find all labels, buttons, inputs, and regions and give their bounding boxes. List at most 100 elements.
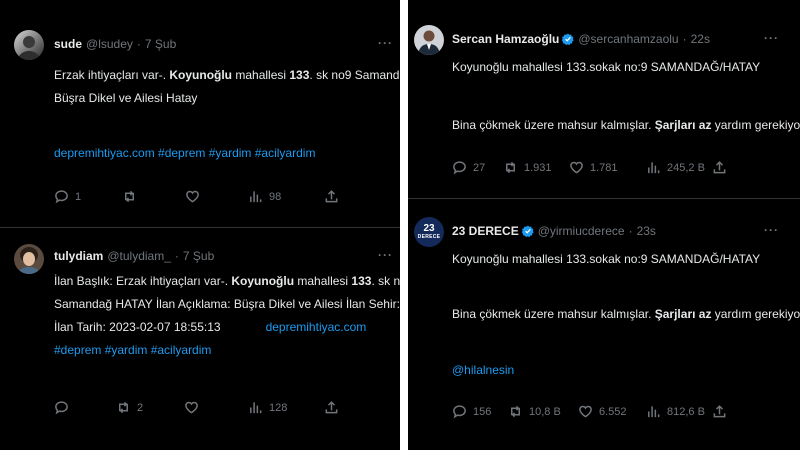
share-button[interactable] bbox=[712, 160, 727, 175]
views-count: 128 bbox=[269, 401, 288, 414]
share-icon bbox=[325, 401, 338, 414]
timestamp[interactable]: 22s bbox=[691, 31, 710, 47]
tweet-sude[interactable]: sude @lsudey · 7 Şub ··· Erzak ihtiyaçla… bbox=[0, 0, 400, 226]
more-options-icon[interactable]: ··· bbox=[764, 223, 779, 237]
tweet-text: İlan Başlık: Erzak ihtiyaçları var-. Koy… bbox=[54, 270, 400, 362]
tweet-sercan-hamzaoglu[interactable]: Sercan Hamzaoğlu @sercanhamzaolu · 22s ·… bbox=[408, 0, 800, 198]
handle[interactable]: @lsudey bbox=[86, 36, 133, 52]
analytics-icon bbox=[250, 402, 262, 414]
avatar[interactable] bbox=[414, 25, 444, 55]
share-button[interactable] bbox=[324, 189, 339, 204]
share-button[interactable] bbox=[324, 400, 339, 415]
tweet-text: Erzak ihtiyaçları var-. Koyunoğlu mahall… bbox=[54, 64, 400, 110]
retweet-button[interactable]: 1.931 bbox=[503, 160, 552, 175]
retweet-count: 10,8 B bbox=[529, 405, 561, 418]
display-name[interactable]: tulydiam bbox=[54, 248, 103, 264]
timestamp[interactable]: 7 Şub bbox=[145, 36, 176, 52]
right-screenshot-panel: Sercan Hamzaoğlu @sercanhamzaolu · 22s ·… bbox=[408, 0, 800, 450]
like-button[interactable] bbox=[185, 189, 206, 204]
tweet-actions: 27 1.931 1.781 245,2 B bbox=[452, 160, 772, 178]
retweet-icon bbox=[119, 401, 128, 414]
like-button[interactable] bbox=[184, 400, 205, 415]
analytics-icon bbox=[648, 406, 660, 418]
reply-button[interactable]: 1 bbox=[54, 189, 81, 204]
separator: · bbox=[174, 249, 179, 263]
handle[interactable]: @sercanhamzaolu bbox=[578, 31, 678, 47]
views-button[interactable]: 98 bbox=[248, 189, 281, 204]
reply-count: 1 bbox=[75, 190, 82, 203]
views-button[interactable]: 812,6 B bbox=[646, 404, 705, 419]
handle[interactable]: @yirmiucderece bbox=[538, 223, 625, 239]
like-count: 1.781 bbox=[590, 161, 618, 174]
share-button[interactable] bbox=[712, 404, 727, 419]
share-icon bbox=[713, 161, 726, 174]
display-name[interactable]: 23 DERECE bbox=[452, 223, 519, 239]
handle[interactable]: @tulydiam_ bbox=[107, 248, 171, 264]
views-button[interactable]: 128 bbox=[248, 400, 287, 415]
views-button[interactable]: 245,2 B bbox=[646, 160, 705, 175]
heart-icon bbox=[570, 161, 583, 174]
reply-icon bbox=[453, 405, 466, 419]
views-count: 812,6 B bbox=[667, 405, 705, 418]
avatar-logo-number: 23 bbox=[423, 222, 435, 234]
like-button[interactable]: 6.552 bbox=[578, 404, 627, 419]
display-name[interactable]: sude bbox=[54, 36, 82, 52]
retweet-icon bbox=[125, 190, 134, 203]
tweet-text-line: Bina çökmek üzere mahsur kalmışlar. Şarj… bbox=[452, 307, 800, 321]
views-count: 245,2 B bbox=[667, 161, 705, 174]
views-count: 98 bbox=[269, 190, 282, 203]
timestamp[interactable]: 7 Şub bbox=[183, 248, 214, 264]
more-options-icon[interactable]: ··· bbox=[378, 36, 393, 50]
more-options-icon[interactable]: ··· bbox=[764, 31, 779, 45]
tweet-23-derece[interactable]: 23 DERECE 23 DERECE @yirmiucderece · 23s… bbox=[408, 199, 800, 450]
retweet-button[interactable]: 2 bbox=[116, 400, 143, 415]
reply-button[interactable] bbox=[54, 400, 75, 415]
separator: · bbox=[682, 32, 687, 46]
analytics-icon bbox=[250, 191, 262, 203]
retweet-count: 2 bbox=[137, 401, 144, 414]
like-count: 6.552 bbox=[599, 405, 627, 418]
reply-button[interactable]: 156 bbox=[452, 404, 491, 419]
reply-count: 27 bbox=[473, 161, 486, 174]
heart-icon bbox=[186, 190, 199, 203]
retweet-count: 1.931 bbox=[524, 161, 552, 174]
avatar[interactable] bbox=[14, 244, 44, 274]
separator: · bbox=[628, 224, 633, 238]
avatar[interactable]: 23 DERECE bbox=[414, 217, 444, 247]
reply-button[interactable]: 27 bbox=[452, 160, 485, 175]
like-button[interactable]: 1.781 bbox=[569, 160, 618, 175]
reply-icon bbox=[55, 190, 68, 204]
tweet-text-line: Bina çökmek üzere mahsur kalmışlar. Şarj… bbox=[452, 118, 800, 132]
verified-badge-icon bbox=[521, 225, 534, 237]
verified-badge-icon bbox=[562, 33, 575, 45]
avatar[interactable] bbox=[14, 30, 44, 60]
tweet-actions: 156 10,8 B 6.552 812,6 B bbox=[452, 404, 772, 422]
text-line: İlan Tarih: 2023-02-07 18:55:13 depremiht… bbox=[54, 320, 367, 334]
retweet-button[interactable]: 10,8 B bbox=[508, 404, 561, 419]
share-icon bbox=[325, 190, 338, 203]
more-options-icon[interactable]: ··· bbox=[378, 248, 393, 262]
timestamp[interactable]: 23s bbox=[637, 223, 656, 239]
text-line: Büşra Dikel ve Ailesi Hatay bbox=[54, 91, 198, 105]
link[interactable]: depremihtiyac.com bbox=[266, 320, 367, 334]
tweet-tulydiam[interactable]: tulydiam @tulydiam_ · 7 Şub ··· İlan Baş… bbox=[0, 228, 400, 450]
tweet-actions: 1 98 bbox=[54, 189, 354, 207]
text-line: İlan Başlık: Erzak ihtiyaçları var-. Koy… bbox=[54, 274, 400, 288]
tweet-text-line: Koyunoğlu mahallesi 133.sokak no:9 SAMAN… bbox=[452, 60, 761, 74]
text-line: Samandağ HATAY İlan Açıklama: Büşra Dike… bbox=[54, 297, 400, 311]
analytics-icon bbox=[648, 162, 660, 174]
tweet-links[interactable]: depremihtiyac.com #deprem #yardim #acily… bbox=[54, 142, 315, 165]
retweet-button[interactable] bbox=[122, 189, 143, 204]
hashtags[interactable]: #deprem #yardim #acilyardim bbox=[54, 339, 400, 362]
left-screenshot-panel: sude @lsudey · 7 Şub ··· Erzak ihtiyaçla… bbox=[0, 0, 400, 450]
text-line: Erzak ihtiyaçları var-. Koyunoğlu mahall… bbox=[54, 68, 400, 82]
share-icon bbox=[713, 405, 726, 418]
reply-icon bbox=[453, 161, 466, 175]
display-name[interactable]: Sercan Hamzaoğlu bbox=[452, 31, 559, 47]
separator: · bbox=[136, 37, 141, 51]
tweet-text-line: Koyunoğlu mahallesi 133.sokak no:9 SAMAN… bbox=[452, 252, 761, 266]
reply-count: 156 bbox=[473, 405, 492, 418]
retweet-icon bbox=[511, 405, 520, 418]
reply-icon bbox=[55, 401, 68, 415]
mention-link[interactable]: @hilalnesin bbox=[452, 359, 514, 382]
